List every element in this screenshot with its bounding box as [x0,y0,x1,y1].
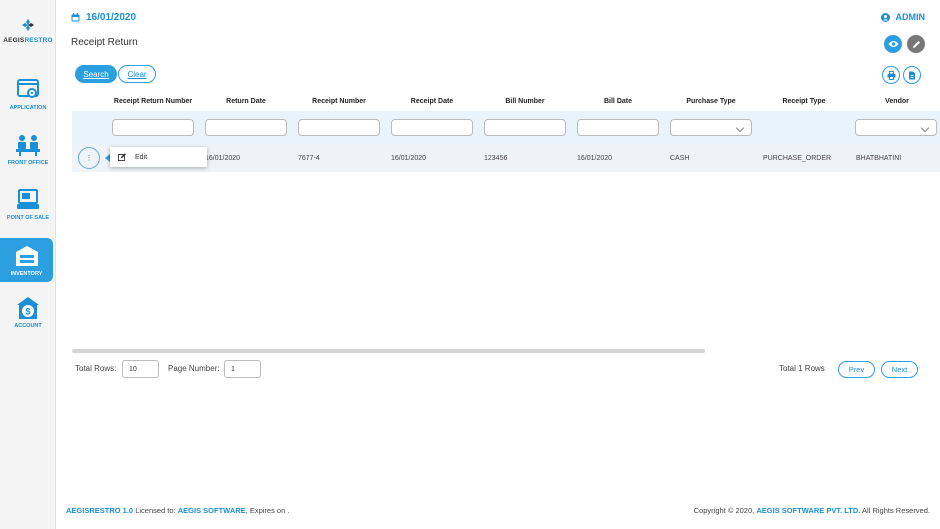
cell-receipt-date: 16/01/2020 [391,154,427,162]
calendar-icon [71,13,80,22]
print-button[interactable] [882,66,900,84]
account-icon: $ [17,297,39,319]
sidebar-item-application[interactable]: APPLICATION [0,78,56,111]
cell-vendor: BHATBHATINI [856,154,902,162]
column-header-receipt-type[interactable]: Receipt Type [763,92,845,111]
column-header-bill-number[interactable]: Bill Number [484,92,566,111]
cell-purchase-type: CASH [670,154,690,162]
page-title: Receipt Return [71,37,138,48]
chevron-down-icon [735,123,745,133]
eye-icon [888,41,898,47]
printer-icon [887,70,895,80]
page-number-label: Page Number: [168,364,220,373]
point-of-sale-icon [17,189,39,209]
logo-mark-icon [22,19,34,31]
view-mode-button[interactable] [884,35,902,53]
sidebar: AEGISRESTRO APPLICATION FRONT OFFICE POI… [0,0,56,529]
document-icon [909,71,915,79]
next-page-button[interactable]: Next [881,361,918,378]
grid-header-row: Receipt Return Number Return Date Receip… [72,92,940,111]
svg-text:$: $ [25,307,30,317]
pencil-icon [912,40,920,48]
date-text: 16/01/2020 [86,12,137,23]
column-header-receipt-number[interactable]: Receipt Number [298,92,380,111]
cell-bill-date: 16/01/2020 [577,154,613,162]
total-rows-input[interactable]: 10 [122,360,159,378]
footer-license: AEGISRESTRO 1.0 Licensed to: AEGIS SOFTW… [66,506,290,515]
export-button[interactable] [903,66,921,84]
column-header-purchase-type[interactable]: Purchase Type [670,92,752,111]
edit-mode-button[interactable] [907,35,925,53]
cell-bill-number: 123456 [484,154,508,162]
filter-receipt-number[interactable] [298,119,380,136]
filter-receipt-return-number[interactable] [112,119,194,136]
sidebar-item-front-office[interactable]: FRONT OFFICE [0,133,56,166]
cell-receipt-number: 7677-4 [298,154,320,162]
column-header-return-date[interactable]: Return Date [205,92,287,111]
filter-vendor-select[interactable] [855,119,937,136]
total-rows-count: Total 1 Rows [779,364,825,373]
search-button[interactable]: Search [75,65,117,83]
user-name: ADMIN [895,12,926,22]
user-icon [880,12,890,22]
footer-copyright: Copyright © 2020, AEGIS SOFTWARE PVT. LT… [693,506,930,515]
column-header-receipt-return-number[interactable]: Receipt Return Number [110,92,196,111]
filter-return-date[interactable] [205,119,287,136]
grid-filter-row [72,111,940,144]
current-date: 16/01/2020 [71,12,136,23]
main-content: 16/01/2020 ADMIN Receipt Return Search C… [56,0,940,529]
page-number-input[interactable]: 1 [224,360,261,378]
total-rows-label: Total Rows: [75,364,117,373]
sidebar-item-inventory[interactable]: INVENTORY [0,238,53,282]
cell-return-date: 16/01/2020 [205,154,241,162]
application-icon [17,79,39,98]
filter-bill-number[interactable] [484,119,566,136]
app-logo[interactable]: AEGISRESTRO [0,18,56,44]
chevron-down-icon [920,123,930,133]
sidebar-item-point-of-sale[interactable]: POINT OF SALE [0,188,56,221]
edit-icon [118,153,126,161]
row-context-menu-edit[interactable]: Edit [110,147,207,167]
clear-button[interactable]: Clear [118,65,156,83]
row-action-button[interactable]: ⋮ [78,147,100,169]
filter-purchase-type-select[interactable] [670,119,752,136]
column-header-bill-date[interactable]: Bill Date [577,92,659,111]
horizontal-scrollbar[interactable] [72,349,705,353]
user-menu[interactable]: ADMIN [880,12,926,22]
column-header-vendor[interactable]: Vendor [856,92,938,111]
logo-text: AEGISRESTRO [3,37,53,44]
filter-bill-date[interactable] [577,119,659,136]
sidebar-item-account[interactable]: $ ACCOUNT [0,296,56,329]
inventory-icon [15,246,38,266]
edit-menu-label: Edit [135,153,148,161]
prev-page-button[interactable]: Prev [838,361,875,378]
column-header-receipt-date[interactable]: Receipt Date [391,92,473,111]
front-office-icon [16,135,40,156]
filter-receipt-date[interactable] [391,119,473,136]
cell-receipt-type: PURCHASE_ORDER [763,154,832,162]
